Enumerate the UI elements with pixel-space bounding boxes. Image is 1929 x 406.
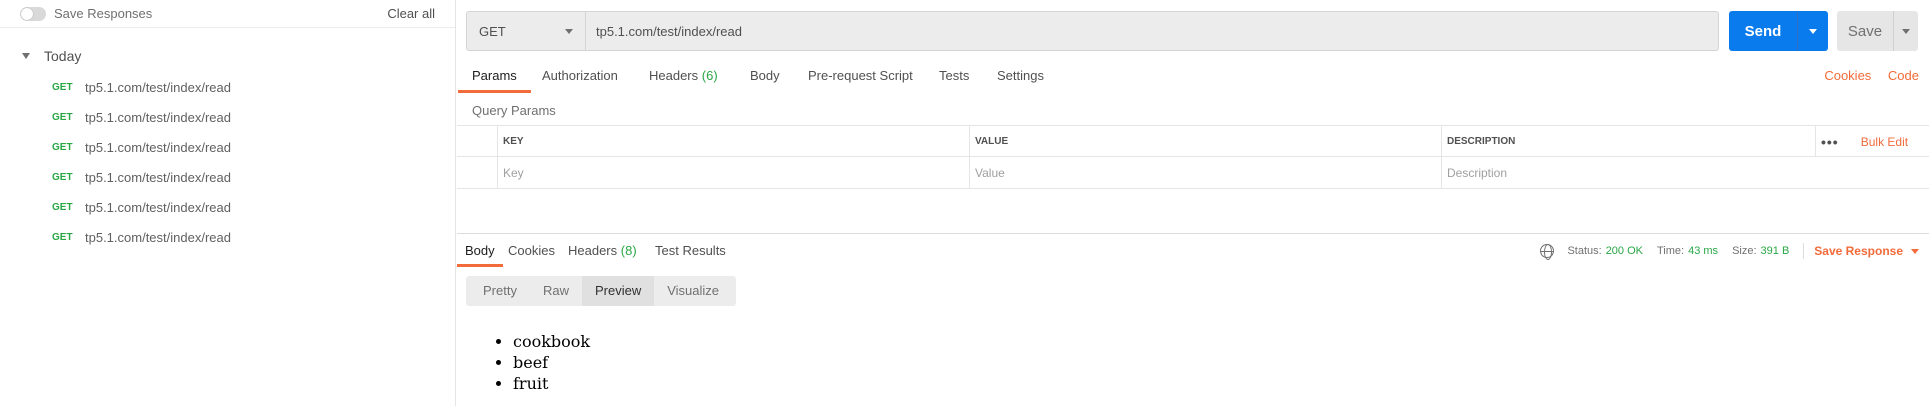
history-item[interactable]: GET tp5.1.com/test/index/read <box>0 192 455 222</box>
save-responses-toggle[interactable] <box>20 6 46 21</box>
preview-list: cookbook beef fruit <box>513 331 590 394</box>
query-params-title: Query Params <box>472 103 556 118</box>
history-group-today[interactable]: Today <box>0 40 455 72</box>
history-sidebar: Save Responses Clear all Today GET tp5.1… <box>0 0 456 406</box>
history-url: tp5.1.com/test/index/read <box>85 139 231 155</box>
history-method: GET <box>52 141 73 153</box>
key-field[interactable]: Key <box>497 157 969 188</box>
description-field[interactable]: Description <box>1441 157 1815 188</box>
tab-params[interactable]: Params <box>458 66 531 93</box>
table-actions: ••• Bulk Edit <box>1815 126 1929 157</box>
history-item[interactable]: GET tp5.1.com/test/index/read <box>0 72 455 102</box>
history-url: tp5.1.com/test/index/read <box>85 79 231 95</box>
key-column-header: KEY <box>497 126 969 157</box>
view-tab-raw[interactable]: Raw <box>530 276 582 306</box>
url-bar: GET tp5.1.com/test/index/read Send Save <box>466 11 1929 51</box>
time-value[interactable]: 43 ms <box>1688 245 1718 257</box>
url-input[interactable]: tp5.1.com/test/index/read <box>585 11 1719 51</box>
table-row: Key Value Description <box>457 157 1929 188</box>
method-select-value: GET <box>479 23 506 39</box>
method-select[interactable]: GET <box>466 11 585 51</box>
bulk-edit-link[interactable]: Bulk Edit <box>1861 135 1908 149</box>
send-button-label: Send <box>1744 22 1782 40</box>
history-method: GET <box>52 171 73 183</box>
status-label: Status: <box>1567 245 1602 257</box>
save-response-button[interactable]: Save Response <box>1814 244 1919 258</box>
save-response-label: Save Response <box>1814 244 1903 258</box>
response-status-area: Status: 200 OK Time: 43 ms Size: 391 B S… <box>1540 243 1919 260</box>
view-tab-preview[interactable]: Preview <box>581 276 655 306</box>
response-preview: cookbook beef fruit <box>513 331 590 394</box>
history-group-label: Today <box>44 48 82 64</box>
table-header-row: KEY VALUE DESCRIPTION ••• Bulk Edit <box>457 126 1929 157</box>
chevron-down-icon <box>565 29 573 34</box>
history-url: tp5.1.com/test/index/read <box>85 199 231 215</box>
history-url: tp5.1.com/test/index/read <box>85 229 231 245</box>
tab-authorization[interactable]: Authorization <box>542 66 618 93</box>
value-column-header: VALUE <box>969 126 1441 157</box>
send-button[interactable]: Send <box>1729 11 1828 51</box>
history-item[interactable]: GET tp5.1.com/test/index/read <box>0 132 455 162</box>
chevron-down-icon <box>1911 248 1919 254</box>
response-view-tabs: Pretty Raw Preview Visualize <box>466 276 737 306</box>
code-link[interactable]: Code <box>1888 68 1919 83</box>
tab-pre-request-script[interactable]: Pre-request Script <box>808 66 913 93</box>
history-method: GET <box>52 231 73 243</box>
size-value[interactable]: 391 B <box>1761 245 1790 257</box>
divider <box>1803 243 1805 259</box>
headers-count-badge: (6) <box>701 68 718 83</box>
tab-body[interactable]: Body <box>750 66 780 93</box>
response-tab-cookies[interactable]: Cookies <box>508 243 555 267</box>
save-button-label: Save <box>1847 22 1883 40</box>
size-label: Size: <box>1732 245 1757 257</box>
send-divider <box>1797 11 1798 51</box>
history-method: GET <box>52 81 73 93</box>
tab-tests[interactable]: Tests <box>939 66 969 93</box>
globe-icon[interactable] <box>1540 244 1555 260</box>
list-item: beef <box>513 352 590 373</box>
request-side-links: Cookies Code <box>1811 68 1919 83</box>
tab-headers-label: Headers <box>649 68 699 83</box>
save-options-chevron-icon[interactable] <box>1902 28 1910 34</box>
send-options-chevron-icon[interactable] <box>1809 28 1817 34</box>
response-bar: Body Cookies Headers (8) Test Results St… <box>457 233 1929 267</box>
view-tab-visualize[interactable]: Visualize <box>654 276 732 306</box>
cookies-link[interactable]: Cookies <box>1824 68 1871 83</box>
history-method: GET <box>52 111 73 123</box>
response-headers-count: (8) <box>620 243 637 258</box>
sidebar-toolbar: Save Responses Clear all <box>0 0 455 28</box>
save-divider <box>1893 11 1894 51</box>
query-params-table: KEY VALUE DESCRIPTION ••• Bulk Edit Key … <box>457 125 1929 189</box>
save-button[interactable]: Save <box>1837 11 1918 51</box>
list-item: cookbook <box>513 331 590 352</box>
clear-all-button[interactable]: Clear all <box>387 6 435 21</box>
history-method: GET <box>52 201 73 213</box>
request-tabs: Params Authorization Headers (6) Body Pr… <box>457 66 1929 93</box>
response-headers-label: Headers <box>568 243 618 258</box>
status-value[interactable]: 200 OK <box>1606 245 1643 257</box>
description-column-header: DESCRIPTION <box>1441 126 1815 157</box>
response-tab-headers[interactable]: Headers (8) <box>568 243 637 267</box>
tab-headers[interactable]: Headers (6) <box>649 66 718 93</box>
history-item[interactable]: GET tp5.1.com/test/index/read <box>0 222 455 252</box>
history-item[interactable]: GET tp5.1.com/test/index/read <box>0 162 455 192</box>
history-url: tp5.1.com/test/index/read <box>85 109 231 125</box>
time-label: Time: <box>1657 245 1685 257</box>
more-options-icon[interactable]: ••• <box>1821 134 1839 150</box>
response-tab-test-results[interactable]: Test Results <box>655 243 726 267</box>
history-url: tp5.1.com/test/index/read <box>85 169 231 185</box>
response-tab-body[interactable]: Body <box>457 243 503 267</box>
history-item[interactable]: GET tp5.1.com/test/index/read <box>0 102 455 132</box>
list-item: fruit <box>513 373 590 394</box>
request-panel: GET tp5.1.com/test/index/read Send Save … <box>457 0 1929 406</box>
chevron-down-icon <box>22 53 30 59</box>
save-responses-label: Save Responses <box>54 6 153 21</box>
value-field[interactable]: Value <box>969 157 1441 188</box>
view-tab-pretty[interactable]: Pretty <box>470 276 530 306</box>
tab-settings[interactable]: Settings <box>997 66 1044 93</box>
